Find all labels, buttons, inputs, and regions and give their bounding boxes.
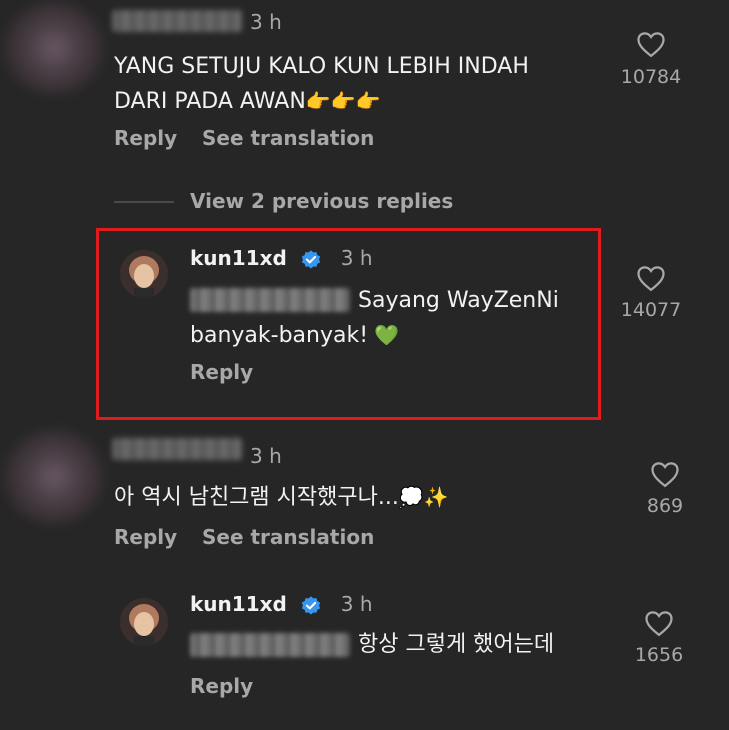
thought-balloon-sparkles-emoji: 💭✨ <box>398 485 449 509</box>
see-translation-button[interactable]: See translation <box>202 525 374 549</box>
username-redacted[interactable] <box>112 438 242 460</box>
username[interactable]: kun11xd 3 h <box>190 246 373 271</box>
green-heart-emoji: 💚 <box>374 323 399 347</box>
verified-badge-icon <box>301 595 320 615</box>
mention-redacted[interactable] <box>190 633 350 657</box>
replies-divider <box>114 201 174 203</box>
avatar-photo <box>120 250 168 298</box>
like-count: 1656 <box>634 644 684 666</box>
heart-icon[interactable] <box>636 30 666 58</box>
timestamp: 3 h <box>340 592 373 616</box>
view-previous-replies-button[interactable]: View 2 previous replies <box>190 189 453 213</box>
username-redacted[interactable] <box>112 10 242 32</box>
username[interactable]: kun11xd 3 h <box>190 592 373 617</box>
comment-text: YANG SETUJU KALO KUN LEBIH INDAH DARI PA… <box>114 50 529 119</box>
reply-text-line2: banyak-banyak! 💚 <box>190 318 399 353</box>
reply-text: Sayang WayZenNi <box>358 288 559 313</box>
timestamp: 3 h <box>250 444 282 468</box>
avatar-photo <box>120 598 168 646</box>
like-count: 14077 <box>620 299 682 321</box>
pointing-hand-emoji: 👉👉👉 <box>305 89 381 113</box>
reply-button[interactable]: Reply <box>114 525 177 549</box>
like-count: 10784 <box>620 66 682 88</box>
heart-icon[interactable] <box>636 264 666 292</box>
avatar[interactable] <box>4 2 104 94</box>
timestamp: 3 h <box>340 246 373 270</box>
avatar[interactable] <box>4 430 104 524</box>
avatar[interactable] <box>120 250 168 298</box>
reply-button[interactable]: Reply <box>190 360 253 384</box>
mention-redacted[interactable] <box>190 288 350 312</box>
comment-text: 아 역시 남친그램 시작했구나...💭✨ <box>114 480 449 515</box>
timestamp: 3 h <box>250 10 282 34</box>
heart-icon[interactable] <box>650 460 680 488</box>
reply-text: 항상 그렇게 했어는데 <box>358 632 555 657</box>
verified-badge-icon <box>301 249 320 269</box>
see-translation-button[interactable]: See translation <box>202 126 374 150</box>
heart-icon[interactable] <box>644 609 674 637</box>
reply-button[interactable]: Reply <box>114 126 177 150</box>
like-count: 869 <box>646 495 684 517</box>
avatar[interactable] <box>120 598 168 646</box>
reply-button[interactable]: Reply <box>190 674 253 698</box>
